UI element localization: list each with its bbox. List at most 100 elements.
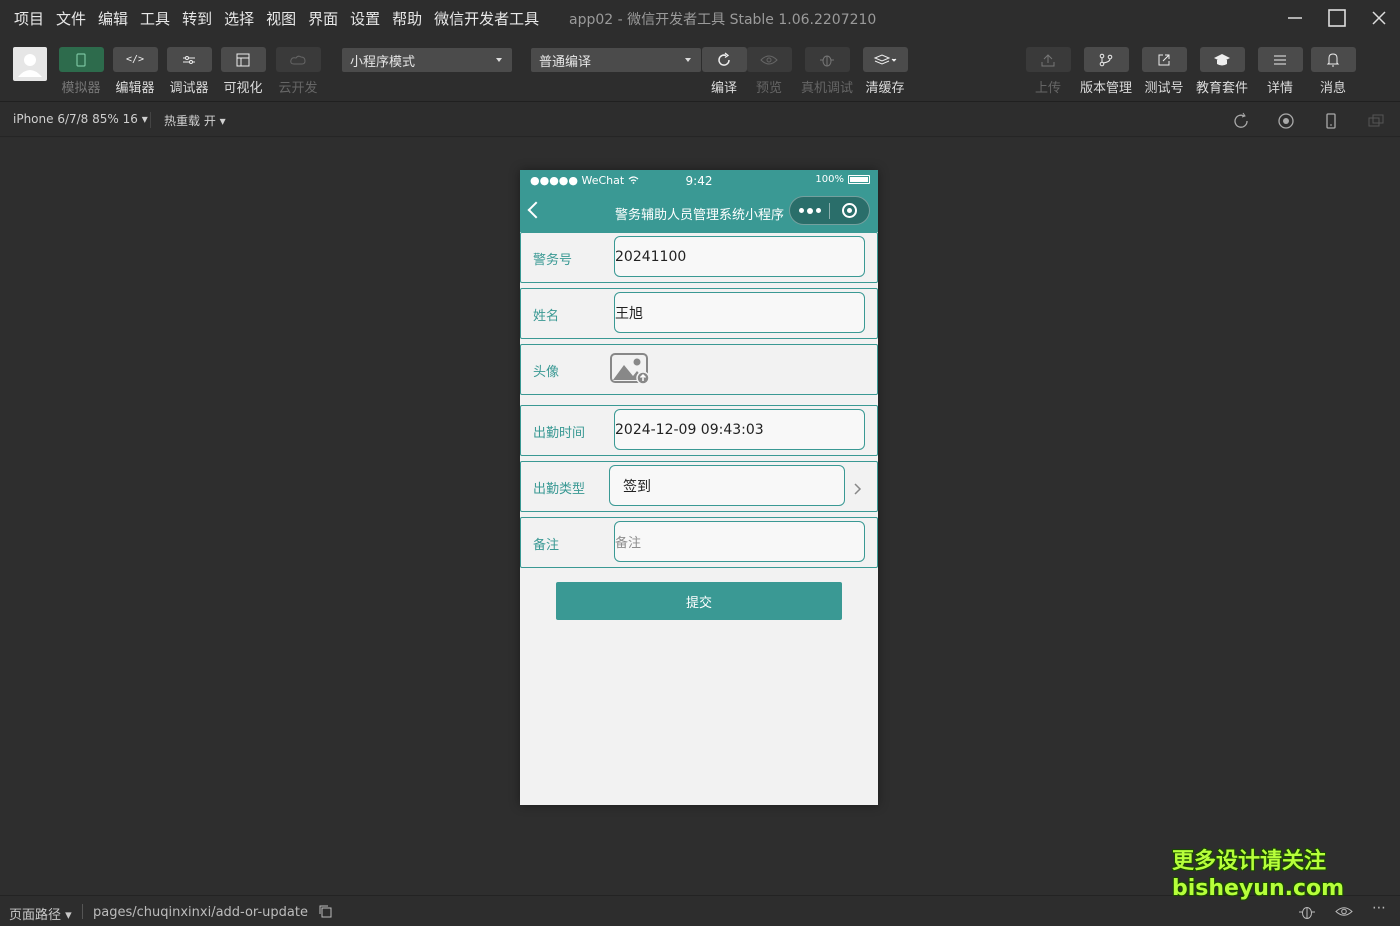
watermark-line2: bisheyun.com <box>1172 876 1345 901</box>
graduation-cap-icon <box>1214 53 1230 65</box>
real-debug-label: 真机调试 <box>801 81 854 96</box>
windows-icon <box>1368 114 1384 127</box>
simulator-button[interactable]: 模拟器 <box>58 47 104 96</box>
device-select[interactable]: iPhone 6/7/8 85% 16 ▾ <box>13 112 148 126</box>
clear-cache-button[interactable]: 清缓存 <box>862 47 908 96</box>
messages-button[interactable]: 消息 <box>1310 47 1356 96</box>
avatar-upload[interactable] <box>609 351 651 389</box>
form-row-name: 姓名 王旭 <box>520 288 878 339</box>
cloud-icon <box>290 55 306 64</box>
window-title: app02 - 微信开发者工具 Stable 1.06.2207210 <box>569 12 877 28</box>
visual-button[interactable]: 可视化 <box>220 47 266 96</box>
device-toggle-button[interactable] <box>1322 112 1340 130</box>
submit-button[interactable]: 提交 <box>556 582 842 620</box>
stop-button[interactable] <box>1277 112 1295 130</box>
eye-icon[interactable] <box>1335 906 1353 917</box>
test-account-button[interactable]: 测试号 <box>1141 47 1187 96</box>
menu-item-interface[interactable]: 界面 <box>302 8 344 29</box>
menu-item-file[interactable]: 文件 <box>50 8 92 29</box>
user-avatar[interactable] <box>13 47 47 81</box>
version-label: 版本管理 <box>1080 81 1133 96</box>
detach-window-button[interactable] <box>1367 112 1385 130</box>
preview-button[interactable]: 预览 <box>746 47 792 96</box>
chevron-down-icon <box>496 58 502 62</box>
chevron-right-icon[interactable] <box>854 483 862 495</box>
phone-status-bar: ●●●●● WeChat 9:42 100% <box>520 170 878 192</box>
menu-item-select[interactable]: 选择 <box>218 8 260 29</box>
compile-select-value: 普通编译 <box>539 54 592 70</box>
police-number-input[interactable]: 20241100 <box>614 236 865 277</box>
details-label: 详情 <box>1266 81 1293 96</box>
form-row-attendance-time: 出勤时间 2024-12-09 09:43:03 <box>520 405 878 456</box>
maximize-icon <box>1328 9 1346 27</box>
rotate-button[interactable] <box>1232 112 1250 130</box>
page-path-value: pages/chuqinxinxi/add-or-update <box>93 904 332 920</box>
details-button[interactable]: 详情 <box>1257 47 1303 96</box>
code-icon: </> <box>125 54 145 65</box>
phone-icon <box>1326 113 1336 129</box>
editor-button[interactable]: </> 编辑器 <box>112 47 158 96</box>
simulator-subbar: iPhone 6/7/8 85% 16 ▾ 热重载 开 ▾ <box>0 103 1400 137</box>
bell-icon <box>1326 52 1340 66</box>
close-miniprogram-button[interactable] <box>830 203 869 218</box>
more-icon[interactable]: ⋯ <box>1372 900 1386 916</box>
menu-item-edit[interactable]: 编辑 <box>92 8 134 29</box>
compile-button[interactable]: 编译 <box>701 47 747 96</box>
version-button[interactable]: 版本管理 <box>1080 47 1133 96</box>
phone-nav-bar: 警务辅助人员管理系统小程序 <box>520 192 878 232</box>
upload-button[interactable]: 上传 <box>1025 47 1071 96</box>
menu-item-goto[interactable]: 转到 <box>176 8 218 29</box>
menu-item-wechat-devtools[interactable]: 微信开发者工具 <box>428 8 545 29</box>
bug-icon <box>820 55 834 66</box>
eye-icon <box>760 55 778 64</box>
form-row-police-number: 警务号 20241100 <box>520 232 878 283</box>
minimize-button[interactable] <box>1274 0 1316 36</box>
menu-icon <box>1274 55 1286 64</box>
bug-icon[interactable] <box>1298 904 1316 920</box>
more-button[interactable] <box>790 207 829 214</box>
attendance-time-input[interactable]: 2024-12-09 09:43:03 <box>614 409 865 450</box>
remarks-input[interactable]: 备注 <box>614 521 865 562</box>
menu-item-settings[interactable]: 设置 <box>344 8 386 29</box>
menu-item-project[interactable]: 项目 <box>8 8 50 29</box>
menu-item-tools[interactable]: 工具 <box>134 8 176 29</box>
test-account-label: 测试号 <box>1144 81 1184 96</box>
user-icon <box>18 54 42 77</box>
menu-item-view[interactable]: 视图 <box>260 8 302 29</box>
compile-label: 编译 <box>710 81 737 96</box>
avatar-label: 头像 <box>533 365 560 380</box>
hot-reload-select[interactable]: 热重载 开 ▾ <box>164 112 226 129</box>
upload-icon <box>1041 53 1055 66</box>
form-row-avatar: 头像 <box>520 344 878 395</box>
battery-percent: 100% <box>815 174 844 185</box>
debugger-button[interactable]: 调试器 <box>166 47 212 96</box>
phone-icon <box>76 52 86 67</box>
menu-item-help[interactable]: 帮助 <box>386 8 428 29</box>
clear-cache-label: 清缓存 <box>865 81 905 96</box>
phone-simulator: ●●●●● WeChat 9:42 100% 警务辅助人员管理系统小程序 警务号… <box>520 170 878 805</box>
close-button[interactable] <box>1358 0 1400 36</box>
name-input[interactable]: 王旭 <box>614 292 865 333</box>
simulator-label: 模拟器 <box>61 81 101 96</box>
branch-icon <box>1099 53 1113 66</box>
hot-reload-value: 热重载 开 <box>164 114 216 128</box>
editor-label: 编辑器 <box>115 81 155 96</box>
name-label: 姓名 <box>533 309 560 324</box>
education-label: 教育套件 <box>1196 81 1249 96</box>
image-upload-icon <box>610 353 650 385</box>
watermark: 更多设计请关注 bisheyun.com <box>1172 848 1344 902</box>
copy-icon[interactable] <box>318 904 332 918</box>
preview-label: 预览 <box>755 81 782 96</box>
page-path-toggle[interactable]: 页面路径 ▾ <box>9 904 72 923</box>
battery-icon <box>848 175 870 184</box>
education-button[interactable]: 教育套件 <box>1196 47 1249 96</box>
menu-bar: 项目 文件 编辑 工具 转到 选择 视图 界面 设置 帮助 微信开发者工具 ap… <box>0 0 1400 36</box>
attendance-time-label: 出勤时间 <box>533 426 586 441</box>
attendance-type-picker[interactable]: 签到 <box>609 465 845 506</box>
maximize-button[interactable] <box>1316 0 1358 36</box>
real-debug-button[interactable]: 真机调试 <box>801 47 854 96</box>
compile-select[interactable]: 普通编译 <box>531 48 701 72</box>
cloud-dev-button[interactable]: 云开发 <box>275 47 321 96</box>
form-row-attendance-type: 出勤类型 签到 <box>520 461 878 512</box>
mode-select[interactable]: 小程序模式 <box>342 48 512 72</box>
